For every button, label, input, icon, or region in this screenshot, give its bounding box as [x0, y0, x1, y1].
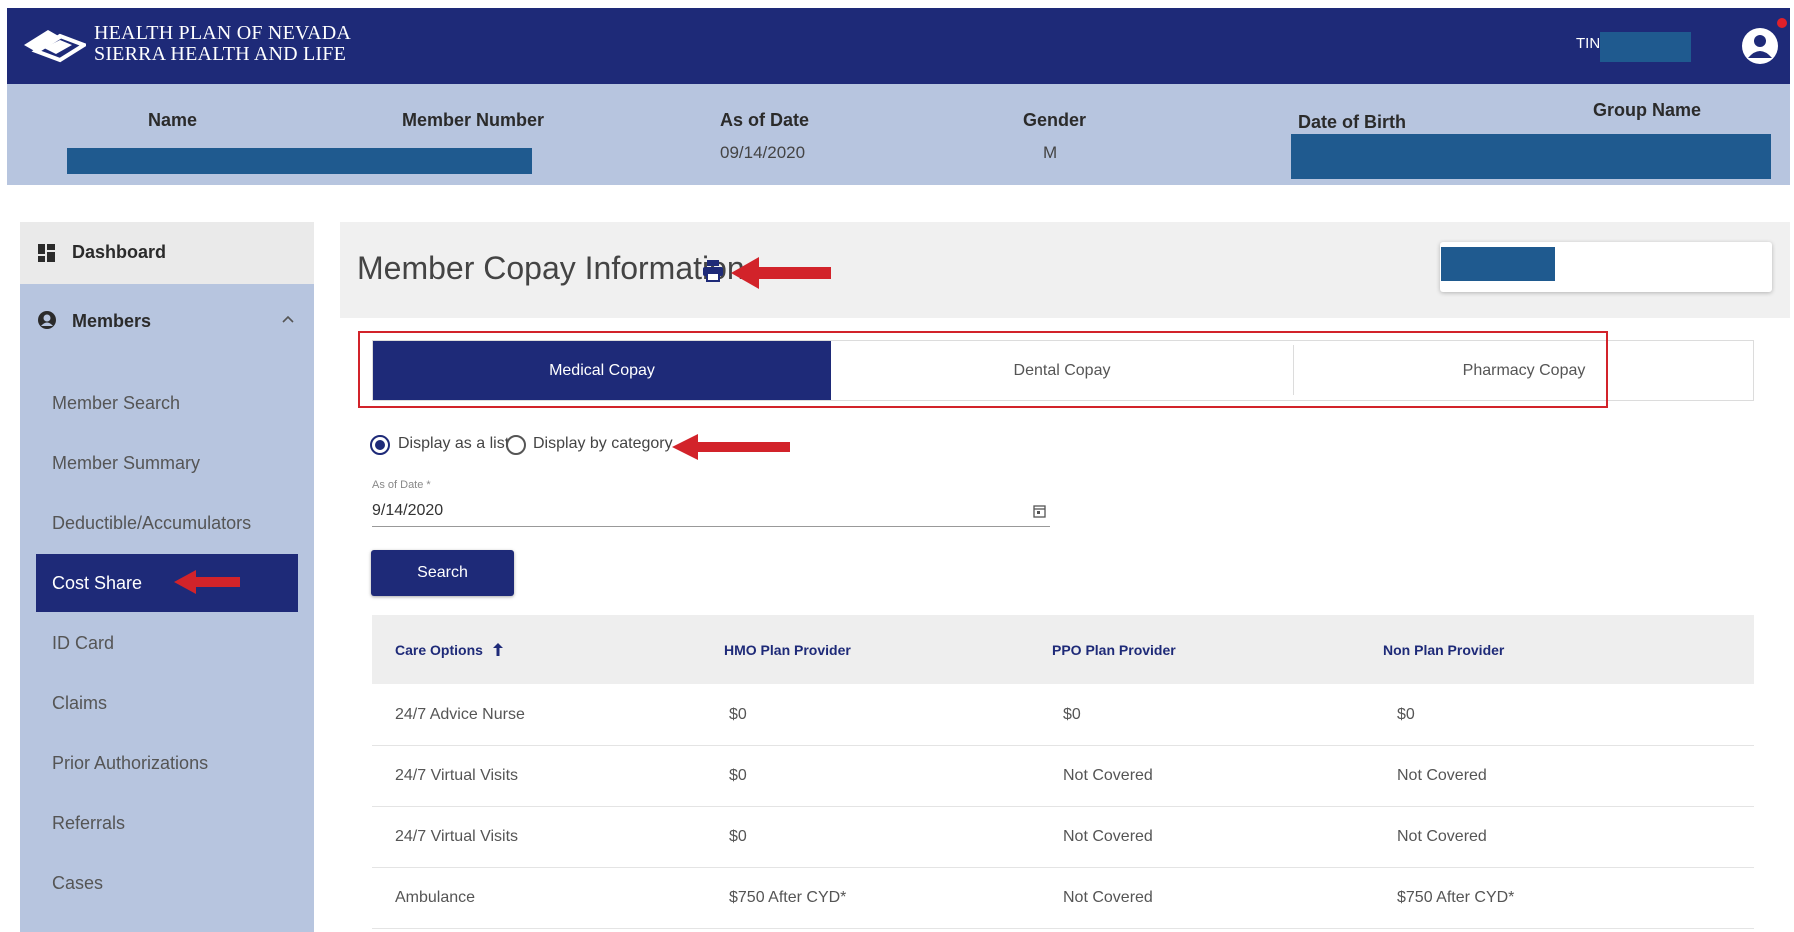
notification-dot [1777, 18, 1787, 28]
column-header-hmo-plan-provider[interactable]: HMO Plan Provider [724, 642, 851, 658]
cell-ppo: $0 [1063, 706, 1081, 723]
logo-icon[interactable] [22, 24, 86, 66]
as-of-date-input[interactable]: 9/14/2020 [372, 502, 443, 520]
cell-ppo: Not Covered [1063, 889, 1153, 906]
column-header-ppo-plan-provider[interactable]: PPO Plan Provider [1052, 642, 1176, 658]
name-value-redacted [67, 148, 532, 174]
cell-non-plan: Not Covered [1397, 828, 1487, 845]
sidebar-members-label: Members [72, 311, 152, 331]
sidebar-item-prior-authorizations[interactable]: Prior Authorizations [36, 734, 298, 792]
sidebar-item-member-summary[interactable]: Member Summary [36, 434, 298, 492]
sidebar-item-cases[interactable]: Cases [36, 854, 298, 912]
cell-care-option: Ambulance [395, 889, 476, 906]
sidebar-item-claims[interactable]: Claims [36, 674, 298, 732]
sidebar-item-deductible-accumulators[interactable]: Deductible/Accumulators [36, 494, 298, 552]
table-row: 24/7 Virtual Visits $0 Not Covered Not C… [372, 746, 1754, 807]
cell-care-option: 24/7 Virtual Visits [395, 767, 519, 784]
calendar-icon[interactable] [1033, 504, 1046, 518]
gender-value: M [1043, 143, 1058, 162]
cell-ppo: Not Covered [1063, 767, 1153, 784]
tin-value-redacted [1600, 32, 1691, 62]
dob-group-redacted [1291, 134, 1771, 179]
sidebar-item-cost-share[interactable]: Cost Share [36, 554, 298, 612]
page-title: Member Copay Information [357, 250, 745, 286]
radio-display-by-category[interactable] [506, 435, 526, 455]
table-row: 24/7 Virtual Visits $0 Not Covered Not C… [372, 807, 1754, 868]
annotation-arrow [731, 256, 831, 290]
brand-line-2: SIERRA HEALTH AND LIFE [94, 43, 347, 65]
cell-hmo: $750 After CYD* [729, 889, 847, 906]
cell-non-plan: $0 [1397, 706, 1415, 723]
search-button[interactable]: Search [371, 550, 514, 596]
display-by-category-label[interactable]: Display by category [533, 435, 673, 453]
user-icon[interactable] [1738, 22, 1782, 70]
gender-label: Gender [1023, 110, 1087, 130]
annotation-arrow [174, 569, 240, 595]
brand-name: HEALTH PLAN OF NEVADA SIERRA HEALTH AND … [94, 23, 351, 65]
header-quick-field[interactable] [1440, 242, 1772, 292]
sidebar-item-id-card[interactable]: ID Card [36, 614, 298, 672]
sidebar-item-member-search[interactable]: Member Search [36, 374, 298, 432]
column-header-care-options[interactable]: Care Options [395, 642, 503, 658]
date-input-underline [372, 526, 1050, 527]
cell-care-option: 24/7 Virtual Visits [395, 828, 519, 845]
cell-care-option: 24/7 Advice Nurse [395, 706, 525, 723]
as-of-date-label: As of Date [720, 110, 810, 130]
cell-hmo: $0 [729, 767, 747, 784]
brand-line-1: HEALTH PLAN OF NEVADA [94, 22, 351, 44]
group-name-label: Group Name [1593, 100, 1702, 120]
member-info-bar: Name Member Number As of Date 09/14/2020… [7, 84, 1790, 185]
name-label: Name [148, 110, 198, 130]
quick-field-redacted [1441, 247, 1555, 281]
dashboard-icon [38, 244, 55, 262]
care-options-header-label: Care Options [395, 642, 483, 658]
radio-display-as-list[interactable] [370, 435, 390, 455]
sidebar-item-dashboard[interactable]: Dashboard [20, 222, 314, 284]
annotation-arrow [672, 433, 790, 461]
sidebar-dashboard-label: Dashboard [72, 242, 167, 262]
print-icon[interactable] [703, 260, 723, 282]
as-of-date-value: 09/14/2020 [720, 143, 806, 162]
cell-hmo: $0 [729, 706, 747, 723]
cell-hmo: $0 [729, 828, 747, 845]
column-header-non-plan-provider[interactable]: Non Plan Provider [1383, 642, 1504, 658]
cell-non-plan: Not Covered [1397, 767, 1487, 784]
date-of-birth-label: Date of Birth [1298, 112, 1406, 132]
table-row: Ambulance $750 After CYD* Not Covered $7… [372, 868, 1754, 929]
cell-non-plan: $750 After CYD* [1397, 889, 1515, 906]
chevron-up-icon[interactable] [282, 315, 294, 323]
annotation-highlight-box [358, 331, 1608, 408]
display-as-list-label[interactable]: Display as a list [398, 435, 509, 453]
top-nav-bar: HEALTH PLAN OF NEVADA SIERRA HEALTH AND … [7, 8, 1790, 84]
sort-up-icon[interactable] [492, 643, 503, 656]
copay-table-header: Care Options HMO Plan Provider PPO Plan … [372, 615, 1754, 684]
member-number-label: Member Number [402, 110, 545, 130]
sidebar-item-referrals[interactable]: Referrals [36, 794, 298, 852]
table-row: 24/7 Advice Nurse $0 $0 $0 [372, 685, 1754, 746]
members-icon [37, 310, 57, 330]
as-of-date-field-label: As of Date * [372, 479, 431, 491]
sidebar-item-members[interactable]: Members [20, 290, 314, 350]
cell-ppo: Not Covered [1063, 828, 1153, 845]
